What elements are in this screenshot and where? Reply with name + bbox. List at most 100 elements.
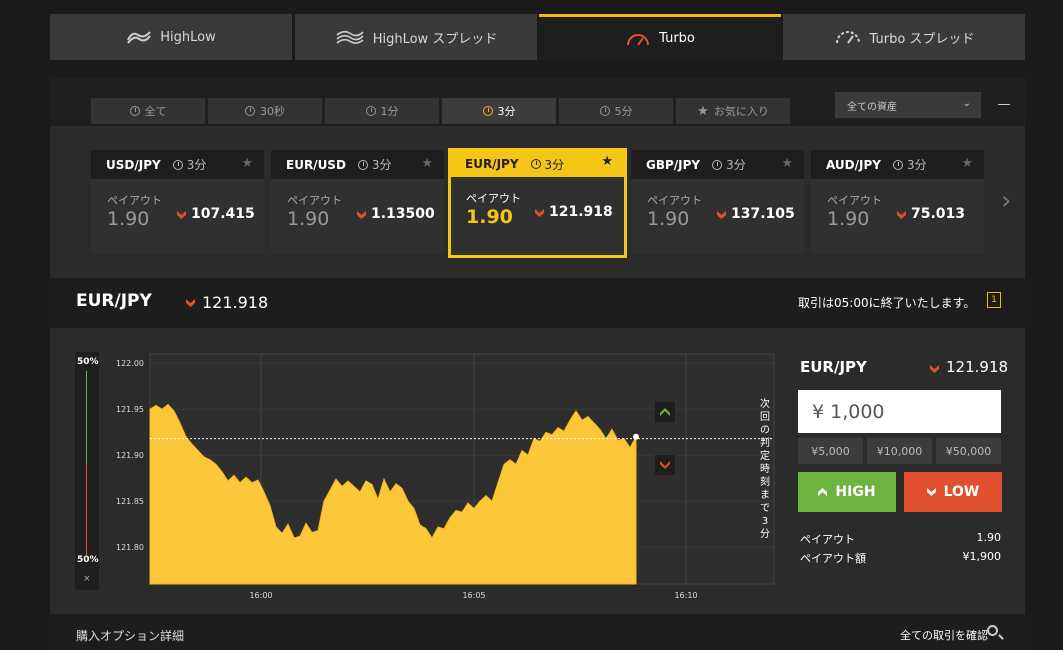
filter-label: 1分 xyxy=(380,105,399,118)
down-arrow-icon xyxy=(357,211,366,219)
y-tick-label: 121.90 xyxy=(116,451,144,460)
duration-text: 3分 xyxy=(906,158,927,172)
y-tick-label: 121.85 xyxy=(116,497,144,506)
filter-tab-favorites[interactable]: ★ お気に入り xyxy=(676,98,790,124)
y-tick-label: 122.00 xyxy=(116,359,144,368)
asset-card-audjpy[interactable]: AUD/JPY 3分 ★ ペイアウト 1.90 75.013 xyxy=(811,150,984,254)
price-chart: 122.00 121.95 121.90 121.85 121.80 16:00 16:05… xyxy=(116,353,775,600)
payout-value: 1.90 xyxy=(107,208,150,230)
tab-label: HighLow スプレッド xyxy=(372,31,498,47)
asset-card-gbpjpy[interactable]: GBP/JPY 3分 ★ ペイアウト 1.90 137.105 xyxy=(631,150,804,254)
minimize-icon[interactable] xyxy=(998,104,1010,105)
tutorial-badge: 1 xyxy=(991,295,997,305)
asset-card-usdjpy[interactable]: USD/JPY 3分 ★ ペイアウト 1.90 107.415 xyxy=(91,150,264,254)
card-pair: EUR/USD xyxy=(286,157,346,172)
order-pair: EUR/JPY xyxy=(800,358,867,376)
card-duration: 3分 xyxy=(892,156,927,173)
order-price: 121.918 xyxy=(946,358,1009,376)
card-header: EUR/USD 3分 ★ xyxy=(271,150,444,179)
duration-text: 3分 xyxy=(726,158,746,172)
expiry-message: 取引は05:00に終了いたします。 xyxy=(798,296,976,310)
x-tick-label: 16:05 xyxy=(462,591,485,600)
card-duration: 3分 xyxy=(357,156,392,173)
chart-area: 50% 50% × 122.00 121.95 121.90 121.85 121.80… xyxy=(50,328,1025,614)
down-arrow-icon xyxy=(897,211,906,219)
favorite-star-icon[interactable]: ★ xyxy=(781,156,793,171)
down-arrow-icon xyxy=(926,488,936,496)
payout-amount-row: ペイアウト額 ¥1,900 xyxy=(800,550,1001,566)
payout-label: ペイアウト xyxy=(647,194,702,207)
filter-tab-all[interactable]: 全て xyxy=(91,98,205,124)
payout-value: 1.90 xyxy=(647,208,690,230)
down-arrow-icon xyxy=(535,209,544,217)
clock-icon xyxy=(245,106,255,116)
tab-turbo-spread[interactable]: Turbo スプレッド xyxy=(783,14,1025,60)
asset-select-value: 全ての資産 xyxy=(847,101,897,113)
filter-tab-3m[interactable]: 3分 xyxy=(442,98,556,124)
tab-label: Turbo スプレッド xyxy=(869,31,975,47)
card-duration: 3分 xyxy=(172,156,206,173)
clock-icon xyxy=(482,106,493,116)
card-price: 75.013 xyxy=(911,206,966,222)
clock-icon xyxy=(365,106,376,116)
clock-icon xyxy=(172,159,183,170)
high-button[interactable]: HIGH xyxy=(798,472,896,512)
card-price: 107.415 xyxy=(191,206,255,222)
purchase-details-title: 購入オプション詳細 xyxy=(76,629,185,643)
clock-icon xyxy=(599,106,610,116)
favorite-star-icon[interactable]: ★ xyxy=(961,156,973,171)
view-all-trades-link[interactable]: 全ての取引を確認 xyxy=(900,627,988,643)
asset-card-eurusd[interactable]: EUR/USD 3分 ★ ペイアウト 1.90 1.13500 xyxy=(271,150,444,254)
card-price: 137.105 xyxy=(731,206,795,222)
preset-5000-button[interactable]: ¥5,000 xyxy=(798,438,863,464)
filter-tab-1m[interactable]: 1分 xyxy=(325,98,439,124)
filter-label: 5分 xyxy=(614,105,633,118)
card-pair: AUD/JPY xyxy=(826,157,881,172)
card-pair: GBP/JPY xyxy=(646,157,701,172)
current-price-dot xyxy=(633,433,639,440)
preset-50000-button[interactable]: ¥50,000 xyxy=(936,438,1001,464)
card-header: EUR/JPY 3分 ★ xyxy=(451,151,624,177)
tab-highlow-spread[interactable]: HighLow スプレッド xyxy=(295,14,537,60)
payout-value: 1.90 xyxy=(466,206,513,228)
selected-pair: EUR/JPY xyxy=(76,291,152,311)
preset-10000-button[interactable]: ¥10,000 xyxy=(867,438,932,464)
tab-turbo[interactable]: Turbo xyxy=(539,14,781,60)
payout-row: ペイアウト 1.90 xyxy=(800,531,1001,547)
filter-tab-30s[interactable]: 30秒 xyxy=(208,98,322,124)
chevron-down-icon: ⌄ xyxy=(962,98,971,109)
card-header: AUD/JPY 3分 ★ xyxy=(811,150,984,179)
filter-label: 30秒 xyxy=(260,105,285,118)
card-price: 1.13500 xyxy=(371,206,435,222)
tutorial-icon[interactable]: 1 xyxy=(987,292,1001,308)
chevron-right-icon[interactable]: › xyxy=(1001,186,1011,216)
search-icon[interactable] xyxy=(987,625,998,636)
asset-card-eurjpy[interactable]: EUR/JPY 3分 ★ ペイアウト 1.90 121.918 xyxy=(448,148,627,258)
card-duration: 3分 xyxy=(530,156,564,173)
low-button[interactable]: LOW xyxy=(904,472,1002,512)
card-duration: 3分 xyxy=(712,156,746,173)
selected-price: 121.918 xyxy=(202,293,269,312)
x-tick-label: 16:00 xyxy=(249,591,272,600)
favorite-star-icon[interactable]: ★ xyxy=(421,156,433,171)
amount-input[interactable]: ¥ 1,000 xyxy=(798,390,1001,433)
card-pair: USD/JPY xyxy=(106,157,161,172)
high-marker xyxy=(655,402,675,422)
card-price: 121.918 xyxy=(549,204,613,220)
payout-amount-label: ペイアウト額 xyxy=(800,552,866,565)
tab-label: Turbo xyxy=(659,31,695,46)
next-judgement-text: 次回の判定時刻まで3分 xyxy=(760,399,770,540)
payout-value: 1.90 xyxy=(976,531,1002,544)
favorite-star-icon[interactable]: ★ xyxy=(241,156,253,171)
up-arrow-icon xyxy=(818,488,828,496)
filter-tab-5m[interactable]: 5分 xyxy=(559,98,673,124)
payout-value: 1.90 xyxy=(827,208,870,230)
clock-icon xyxy=(530,159,541,169)
tab-highlow[interactable]: HighLow xyxy=(50,14,292,60)
filter-label: 全て xyxy=(144,105,167,118)
high-label: HIGH xyxy=(835,484,876,500)
card-pair: EUR/JPY xyxy=(465,157,519,171)
favorite-star-icon[interactable]: ★ xyxy=(601,154,613,169)
filter-label: お気に入り xyxy=(713,105,769,118)
asset-select[interactable]: 全ての資産 ⌄ xyxy=(835,92,981,118)
